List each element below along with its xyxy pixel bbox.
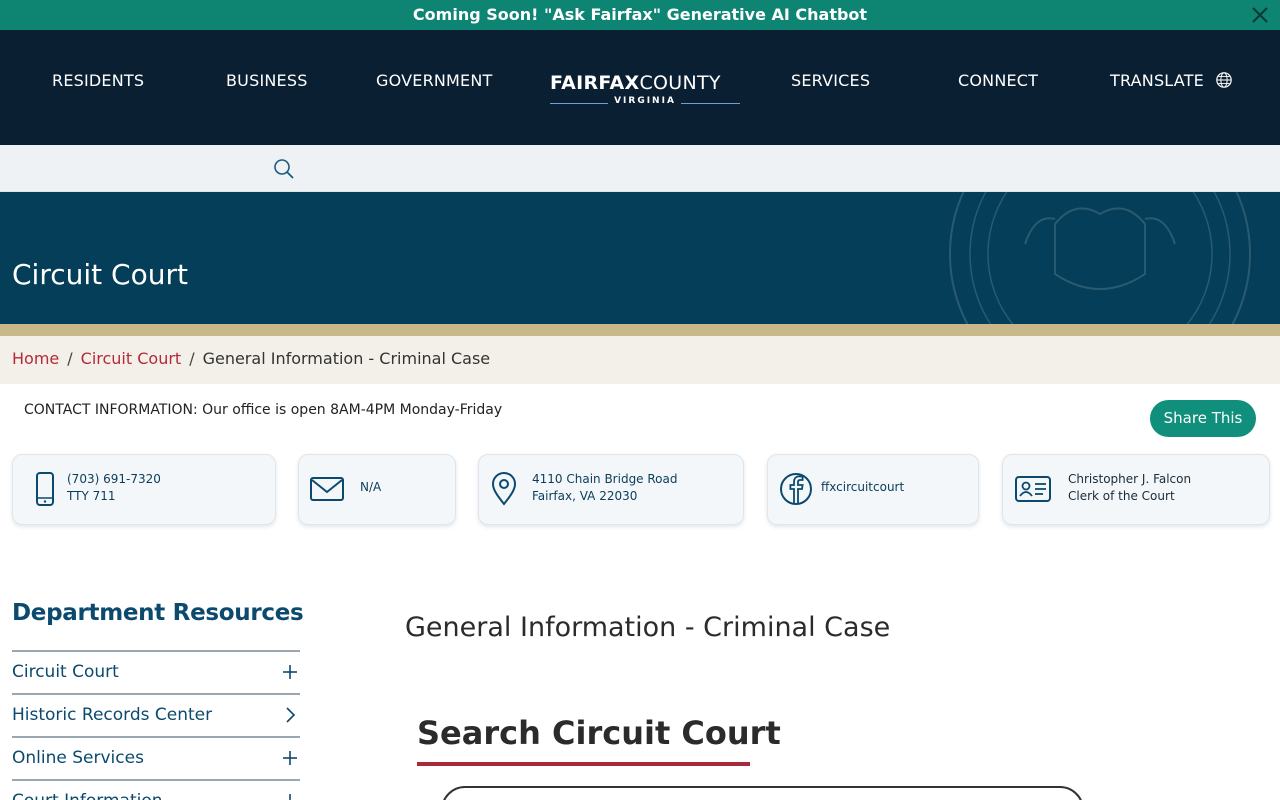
breadcrumb-home[interactable]: Home — [12, 349, 59, 368]
share-button[interactable]: Share This — [1150, 400, 1256, 437]
hero-divider — [0, 324, 1280, 336]
nav-services[interactable]: SERVICES — [791, 71, 870, 90]
nav-residents[interactable]: RESIDENTS — [52, 71, 144, 90]
sidebar-item-label: Circuit Court — [12, 662, 119, 682]
contact-card-email[interactable]: N/A — [298, 454, 456, 525]
site-search-bar[interactable] — [0, 145, 1280, 192]
sidebar-item-label: Historic Records Center — [12, 705, 213, 725]
announcement-text: Coming Soon! "Ask Fairfax" Generative AI… — [412, 5, 868, 24]
nav-connect[interactable]: CONNECT — [958, 71, 1038, 90]
address-city[interactable]: Fairfax, VA 22030 — [532, 489, 637, 503]
id-card-icon — [1015, 476, 1051, 502]
plus-icon[interactable] — [282, 750, 298, 766]
email-value: N/A — [360, 480, 382, 494]
nav-translate[interactable]: TRANSLATE — [1110, 71, 1233, 90]
logo-subtitle: VIRGINIA — [614, 96, 676, 106]
county-seal-watermark — [949, 192, 1251, 324]
section-underline — [417, 762, 750, 766]
mobile-phone-icon — [36, 472, 54, 506]
nav-business[interactable]: BUSINESS — [226, 71, 308, 90]
sidebar-item-circuit-court[interactable]: Circuit Court — [12, 650, 300, 693]
breadcrumb-separator: / — [67, 349, 73, 368]
plus-icon[interactable] — [282, 664, 298, 680]
breadcrumb-current: General Information - Criminal Case — [202, 349, 491, 368]
fairfax-county-logo[interactable]: FAIRFAXCOUNTY VIRGINIA — [550, 72, 740, 112]
sidebar-item-label: Online Services — [12, 748, 144, 768]
page-hero: Circuit Court — [0, 192, 1280, 324]
nav-government[interactable]: GOVERNMENT — [376, 71, 493, 90]
search-icon[interactable] — [272, 157, 296, 181]
tty-number: TTY 711 — [67, 489, 116, 503]
breadcrumb-separator: / — [189, 349, 195, 368]
chevron-right-icon[interactable] — [282, 707, 298, 723]
contact-information: CONTACT INFORMATION: Our office is open … — [24, 402, 503, 418]
search-section-title: Search Circuit Court — [417, 714, 781, 752]
sidebar-item-label: Court Information — [12, 791, 163, 800]
court-search-input[interactable] — [441, 786, 1084, 800]
breadcrumb-circuit-court[interactable]: Circuit Court — [81, 349, 182, 368]
phone-number[interactable]: (703) 691-7320 — [67, 472, 161, 486]
translate-label: TRANSLATE — [1110, 71, 1204, 90]
clerk-name: Christopher J. Falcon — [1068, 472, 1192, 486]
map-pin-icon — [491, 472, 517, 506]
close-icon[interactable] — [1250, 5, 1270, 25]
envelope-icon — [310, 477, 344, 501]
page-title: Circuit Court — [12, 258, 188, 291]
clerk-title: Clerk of the Court — [1068, 489, 1175, 503]
breadcrumb: Home / Circuit Court / General Information -… — [0, 336, 1280, 384]
plus-icon[interactable] — [282, 793, 298, 800]
main-heading: General Information - Criminal Case — [405, 612, 891, 643]
sidebar-item-court-information[interactable]: Court Information — [12, 779, 300, 800]
sidebar-item-online-services[interactable]: Online Services — [12, 736, 300, 779]
sidebar-item-historic-records[interactable]: Historic Records Center — [12, 693, 300, 736]
contact-card-clerk[interactable]: Christopher J. Falcon Clerk of the Court — [1002, 454, 1270, 525]
facebook-icon — [780, 473, 812, 505]
facebook-handle[interactable]: ffxcircuitcourt — [821, 480, 904, 494]
announcement-banner: Coming Soon! "Ask Fairfax" Generative AI… — [0, 0, 1280, 30]
contact-card-phone[interactable]: (703) 691-7320 TTY 711 — [12, 454, 276, 525]
contact-card-address[interactable]: 4110 Chain Bridge Road Fairfax, VA 22030 — [478, 454, 744, 525]
department-resources-heading: Department Resources — [12, 600, 304, 626]
main-navigation: RESIDENTS BUSINESS GOVERNMENT FAIRFAXCOU… — [0, 30, 1280, 145]
address-street[interactable]: 4110 Chain Bridge Road — [532, 472, 678, 486]
contact-card-facebook[interactable]: ffxcircuitcourt — [767, 454, 979, 525]
globe-icon — [1216, 72, 1233, 88]
logo-wordmark: FAIRFAXCOUNTY — [550, 72, 721, 94]
